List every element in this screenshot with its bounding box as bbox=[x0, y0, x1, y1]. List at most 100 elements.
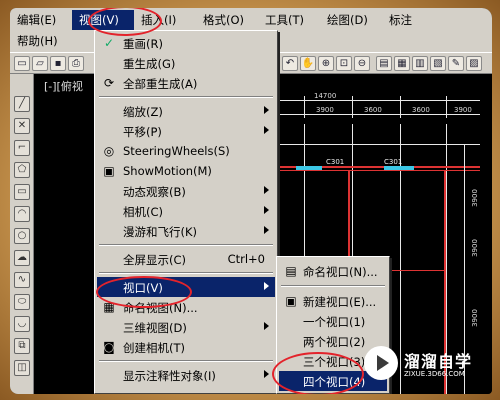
construction-line-icon[interactable]: ✕ bbox=[14, 118, 30, 134]
menu-item-annotative-objects[interactable]: 显示注释性对象(I) bbox=[97, 365, 275, 385]
print-icon[interactable]: ⎙ bbox=[68, 56, 84, 71]
menu-help[interactable]: 帮助(H) bbox=[10, 31, 80, 51]
menu-separator bbox=[99, 244, 273, 246]
dim-3: 3600 bbox=[412, 106, 430, 114]
menu-item-named-views[interactable]: ▦ 命名视图(N)... bbox=[97, 297, 275, 317]
menu-insert[interactable]: 插入(I) bbox=[134, 10, 196, 30]
save-icon[interactable]: ▪ bbox=[50, 56, 66, 71]
insert-block-icon[interactable]: ⧉ bbox=[14, 338, 30, 354]
menu-tools[interactable]: 工具(T) bbox=[258, 10, 320, 30]
dim-tick bbox=[304, 96, 305, 118]
make-block-icon[interactable]: ◫ bbox=[14, 360, 30, 376]
submenu-item-new-viewports[interactable]: ▣ 新建视口(E)... bbox=[279, 291, 387, 311]
menu-item-pan[interactable]: 平移(P) bbox=[97, 121, 275, 141]
pan-icon[interactable]: ✋ bbox=[300, 56, 316, 71]
watermark-title: 溜溜自学 bbox=[404, 352, 473, 371]
menu-item-shortcut: Ctrl+0 bbox=[227, 252, 265, 266]
menubar-row-2: 帮助(H) bbox=[10, 30, 80, 52]
line-icon[interactable]: ╱ bbox=[14, 96, 30, 112]
draw-toolbar: ╱ ✕ ⌐ ⬠ ▭ ◠ ○ ☁ ∿ ⬭ ◡ ⧉ ◫ bbox=[10, 74, 34, 394]
view-menu-dropdown: ✓ 重画(R) 重生成(G) ⟳ 全部重生成(A) 缩放(Z) 平移(P) ◎ … bbox=[94, 30, 278, 394]
ellipse-arc-icon[interactable]: ◡ bbox=[14, 316, 30, 332]
menu-view[interactable]: 视图(V) bbox=[72, 10, 134, 30]
menu-item-3d-views[interactable]: 三维视图(D) bbox=[97, 317, 275, 337]
menu-separator bbox=[99, 360, 273, 362]
sheet-set-icon[interactable]: ▧ bbox=[430, 56, 446, 71]
properties-icon[interactable]: ▤ bbox=[376, 56, 392, 71]
menu-item-showmotion[interactable]: ▣ ShowMotion(M) bbox=[97, 161, 275, 181]
axis-bubble: C301 bbox=[384, 158, 403, 166]
spline-icon[interactable]: ∿ bbox=[14, 272, 30, 288]
menu-item-label: 视口(V) bbox=[123, 281, 163, 295]
submenu-arrow-icon bbox=[264, 186, 269, 194]
viewport-label[interactable]: [-][俯视 bbox=[44, 78, 83, 94]
watermark: 溜溜自学 ZIXUE.3D66.COM bbox=[360, 338, 492, 388]
menu-item-camera[interactable]: 相机(C) bbox=[97, 201, 275, 221]
submenu-item-one-viewport[interactable]: 一个视口(1) bbox=[279, 311, 387, 331]
menu-item-label: 全部重生成(A) bbox=[123, 77, 198, 91]
dim-right-2: 3900 bbox=[470, 239, 479, 257]
revcloud-icon[interactable]: ☁ bbox=[14, 250, 30, 266]
menu-item-label: SteeringWheels(S) bbox=[123, 144, 230, 158]
tool-palettes-icon[interactable]: ▥ bbox=[412, 56, 428, 71]
menu-separator bbox=[99, 96, 273, 98]
named-views-icon: ▦ bbox=[103, 300, 115, 314]
window-mark bbox=[296, 166, 322, 170]
submenu-item-label: 两个视口(2) bbox=[303, 335, 366, 349]
menu-dimension[interactable]: 标注 bbox=[382, 10, 432, 30]
open-icon[interactable]: ▱ bbox=[32, 56, 48, 71]
named-viewports-icon: ▤ bbox=[285, 264, 297, 278]
arc-icon[interactable]: ◠ bbox=[14, 206, 30, 222]
menu-item-regen-all[interactable]: ⟳ 全部重生成(A) bbox=[97, 73, 275, 93]
design-center-icon[interactable]: ▦ bbox=[394, 56, 410, 71]
circle-icon[interactable]: ○ bbox=[14, 228, 30, 244]
zoom-realtime-icon[interactable]: ⊕ bbox=[318, 56, 334, 71]
autocad-window: 编辑(E) 视图(V) 插入(I) 格式(O) 工具(T) 绘图(D) 标注 帮… bbox=[10, 8, 492, 394]
menu-item-orbit[interactable]: 动态观察(B) bbox=[97, 181, 275, 201]
dim-right-1: 3900 bbox=[470, 189, 479, 207]
rectangle-icon[interactable]: ▭ bbox=[14, 184, 30, 200]
menu-item-label: 缩放(Z) bbox=[123, 105, 163, 119]
menu-item-steeringwheels[interactable]: ◎ SteeringWheels(S) bbox=[97, 141, 275, 161]
menu-item-label: 重生成(G) bbox=[123, 57, 176, 71]
calculator-icon[interactable]: ▨ bbox=[466, 56, 482, 71]
wall-line bbox=[280, 170, 480, 171]
menu-item-label: ShowMotion(M) bbox=[123, 164, 212, 178]
menu-item-regen[interactable]: 重生成(G) bbox=[97, 53, 275, 73]
submenu-arrow-icon bbox=[264, 226, 269, 234]
menu-item-create-camera[interactable]: ◙ 创建相机(T) bbox=[97, 337, 275, 357]
submenu-arrow-icon bbox=[264, 370, 269, 378]
menu-item-label: 漫游和飞行(K) bbox=[123, 225, 198, 239]
submenu-item-label: 三个视口(3) bbox=[303, 355, 366, 369]
menu-item-walk-fly[interactable]: 漫游和飞行(K) bbox=[97, 221, 275, 241]
menu-format[interactable]: 格式(O) bbox=[196, 10, 258, 30]
menu-edit[interactable]: 编辑(E) bbox=[10, 10, 72, 30]
menu-item-viewports[interactable]: 视口(V) bbox=[97, 277, 275, 297]
menu-item-redraw[interactable]: ✓ 重画(R) bbox=[97, 33, 275, 53]
camera-icon: ◙ bbox=[103, 340, 115, 354]
steeringwheels-icon: ◎ bbox=[103, 144, 115, 158]
submenu-item-label: 新建视口(E)... bbox=[303, 295, 377, 309]
menu-item-zoom[interactable]: 缩放(Z) bbox=[97, 101, 275, 121]
showmotion-icon: ▣ bbox=[103, 164, 115, 178]
new-icon[interactable]: ▭ bbox=[14, 56, 30, 71]
submenu-arrow-icon bbox=[264, 206, 269, 214]
menu-item-label: 显示注释性对象(I) bbox=[123, 369, 216, 383]
dim-4: 3900 bbox=[454, 106, 472, 114]
dim-tick bbox=[352, 96, 353, 118]
menu-draw[interactable]: 绘图(D) bbox=[320, 10, 382, 30]
zoom-previous-icon[interactable]: ⊖ bbox=[354, 56, 370, 71]
menu-item-clean-screen[interactable]: 全屏显示(C) Ctrl+0 bbox=[97, 249, 275, 269]
submenu-item-label: 一个视口(1) bbox=[303, 315, 366, 329]
submenu-item-named-viewports[interactable]: ▤ 命名视口(N)... bbox=[279, 261, 387, 281]
submenu-item-label: 命名视口(N)... bbox=[303, 265, 378, 279]
menu-item-label: 平移(P) bbox=[123, 125, 162, 139]
undo-icon[interactable]: ↶ bbox=[282, 56, 298, 71]
polygon-icon[interactable]: ⬠ bbox=[14, 162, 30, 178]
zoom-window-icon[interactable]: ⊡ bbox=[336, 56, 352, 71]
dim-line-second bbox=[280, 114, 480, 115]
submenu-arrow-icon bbox=[264, 126, 269, 134]
polyline-icon[interactable]: ⌐ bbox=[14, 140, 30, 156]
ellipse-icon[interactable]: ⬭ bbox=[14, 294, 30, 310]
markup-icon[interactable]: ✎ bbox=[448, 56, 464, 71]
